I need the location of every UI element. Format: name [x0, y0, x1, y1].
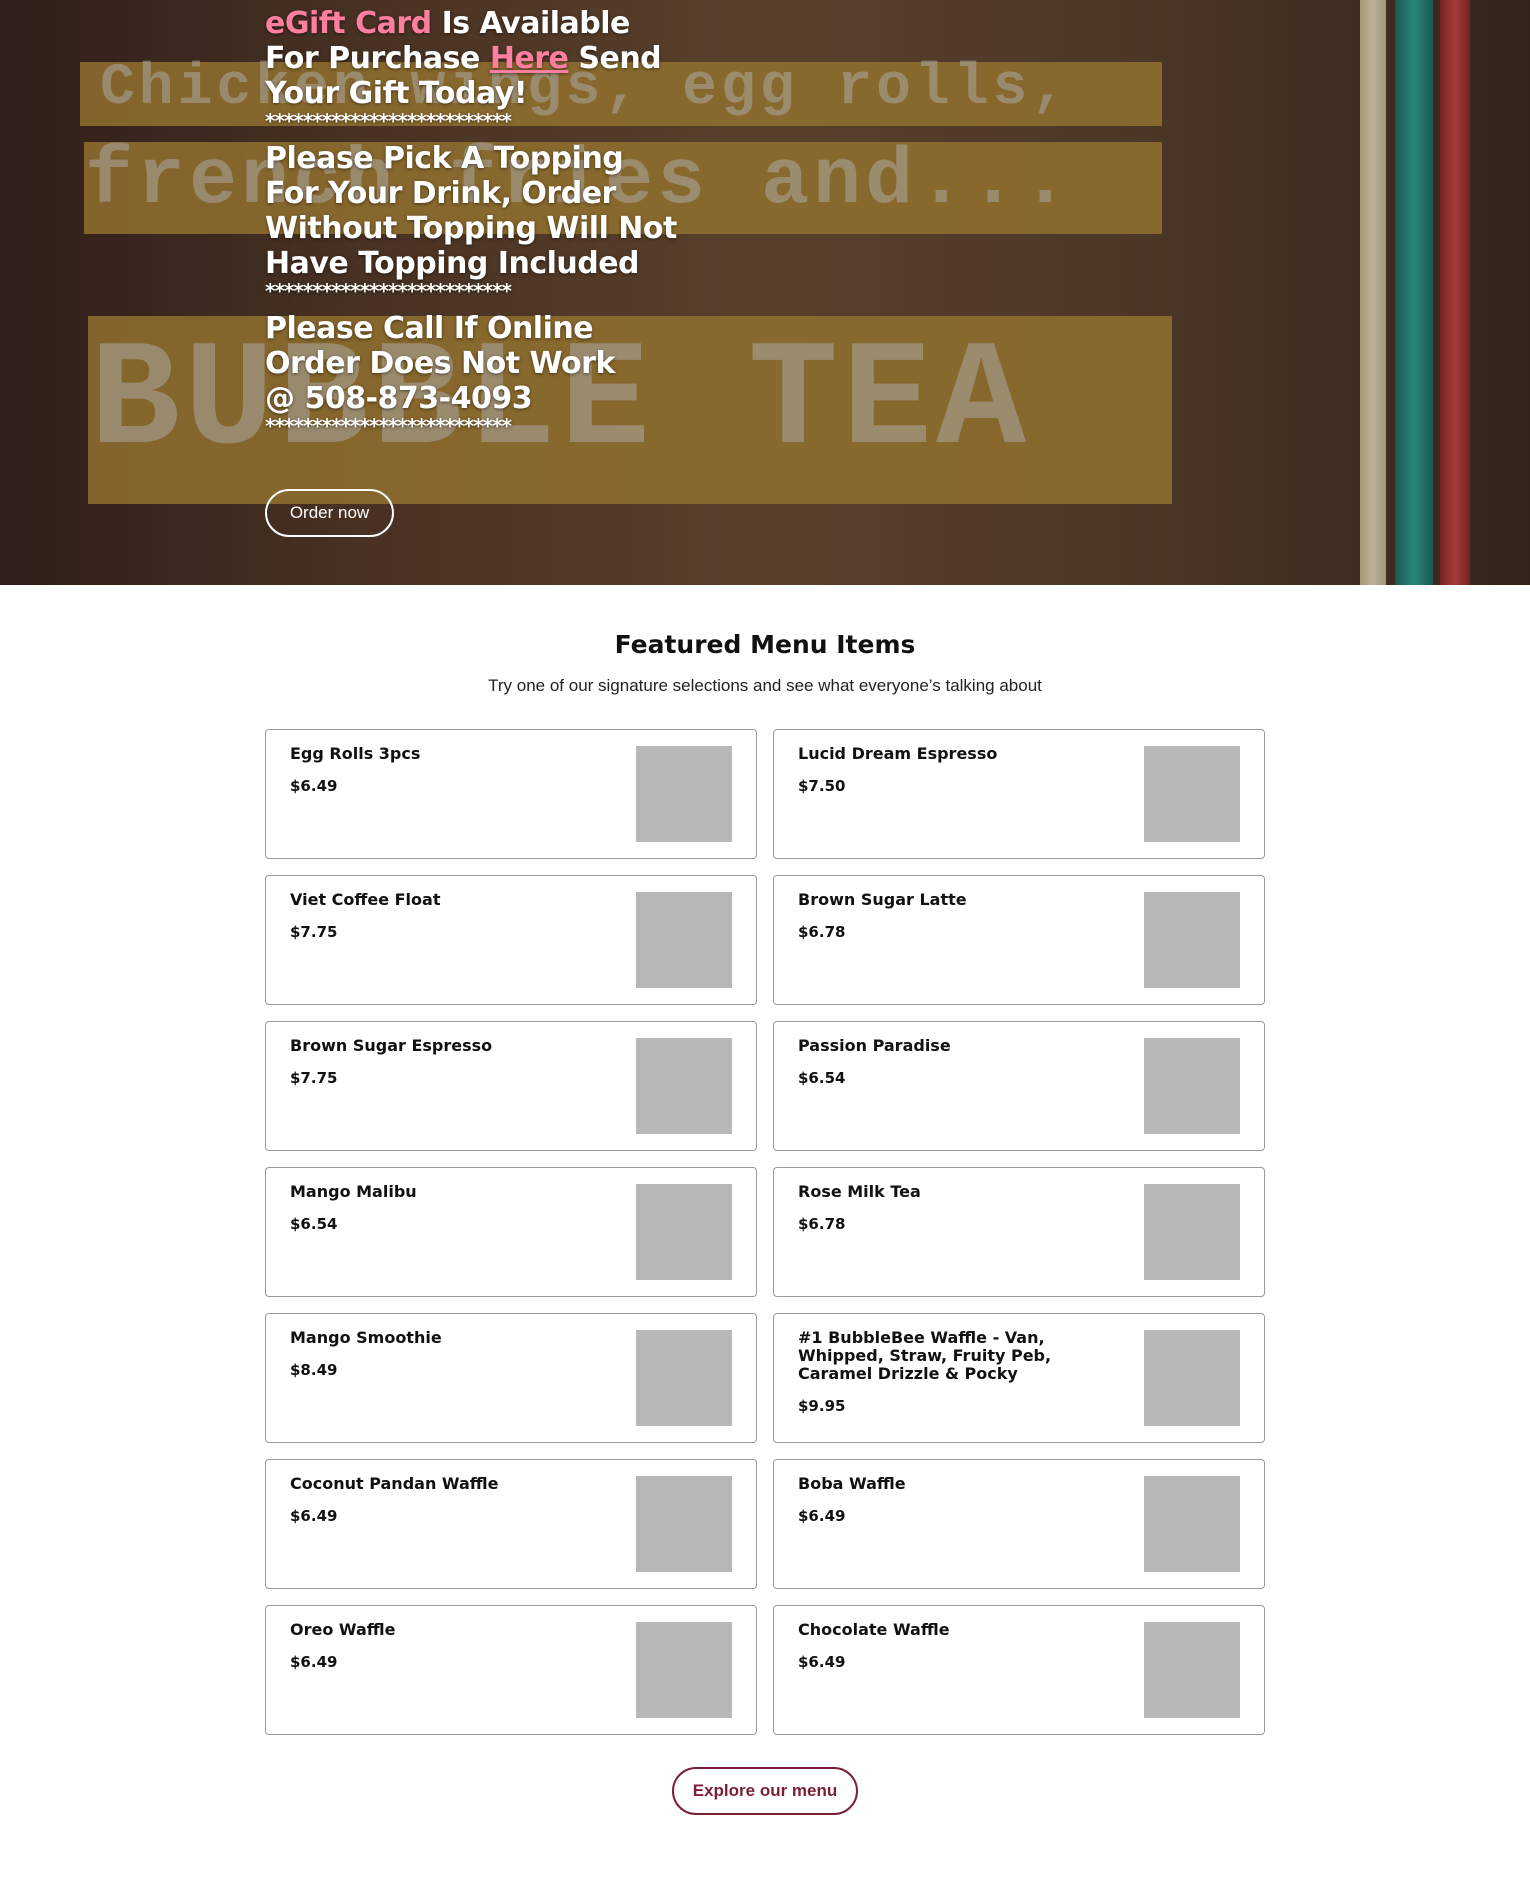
menu-item-name: Oreo Waffle $6.49 — [290, 1621, 610, 1672]
call-phone-number: @ 508-873-4093 — [265, 381, 533, 416]
menu-item-price: $6.78 — [798, 923, 846, 941]
menu-item-image — [636, 1622, 732, 1718]
featured-menu-grid: Egg Rolls 3pcs $6.49 Lucid Dream Espresso… — [265, 729, 1265, 1735]
menu-item-price: $8.49 — [290, 1361, 338, 1379]
divider-stars-2: ************************** — [265, 279, 512, 303]
menu-item-price: $6.49 — [798, 1653, 846, 1671]
menu-item-card[interactable]: Mango Malibu $6.54 — [265, 1167, 757, 1297]
call-notice: Please Call If Online Order Does Not Wor… — [265, 311, 685, 416]
menu-item-image — [636, 1330, 732, 1426]
menu-item-card[interactable]: Coconut Pandan Waffle $6.49 — [265, 1459, 757, 1589]
menu-item-image — [1144, 1184, 1240, 1280]
menu-item-image — [1144, 1622, 1240, 1718]
menu-item-card[interactable]: Brown Sugar Espresso $7.75 — [265, 1021, 757, 1151]
menu-item-image — [1144, 892, 1240, 988]
menu-item-name: Rose Milk Tea $6.78 — [798, 1183, 1118, 1234]
menu-item-card[interactable]: Oreo Waffle $6.49 — [265, 1605, 757, 1735]
menu-item-image — [1144, 1476, 1240, 1572]
menu-item-name: Brown Sugar Latte $6.78 — [798, 891, 1118, 942]
call-notice-text: Please Call If Online Order Does Not Wor… — [265, 311, 615, 381]
menu-item-name: Chocolate Waffle $6.49 — [798, 1621, 1118, 1672]
featured-title: Featured Menu Items — [614, 630, 916, 659]
menu-item-card[interactable]: Mango Smoothie $8.49 — [265, 1313, 757, 1443]
menu-item-image — [636, 1476, 732, 1572]
menu-item-name: Lucid Dream Espresso $7.50 — [798, 745, 1118, 796]
menu-item-image — [1144, 1330, 1240, 1426]
hero-overlay — [0, 0, 1530, 585]
menu-item-image — [636, 1038, 732, 1134]
menu-item-price: $6.49 — [798, 1507, 846, 1525]
menu-item-price: $6.54 — [290, 1215, 338, 1233]
menu-item-card[interactable]: Egg Rolls 3pcs $6.49 — [265, 729, 757, 859]
menu-item-price: $7.75 — [290, 1069, 338, 1087]
menu-item-card[interactable]: #1 BubbleBee Waffle - Van, Whipped, Stra… — [773, 1313, 1265, 1443]
menu-item-name: Passion Paradise $6.54 — [798, 1037, 1118, 1088]
order-now-button[interactable]: Order now — [265, 489, 394, 537]
menu-item-price: $6.78 — [798, 1215, 846, 1233]
egift-label: eGift Card — [265, 6, 432, 41]
menu-item-price: $6.49 — [290, 777, 338, 795]
menu-item-name: Boba Waffle $6.49 — [798, 1475, 1118, 1526]
menu-item-price: $6.54 — [798, 1069, 846, 1087]
menu-item-image — [1144, 746, 1240, 842]
menu-item-price: $6.49 — [290, 1507, 338, 1525]
menu-item-name: Brown Sugar Espresso $7.75 — [290, 1037, 610, 1088]
menu-item-card[interactable]: Boba Waffle $6.49 — [773, 1459, 1265, 1589]
menu-item-name: Viet Coffee Float $7.75 — [290, 891, 610, 942]
divider-stars-1: ************************** — [265, 109, 512, 133]
menu-item-price: $7.50 — [798, 777, 846, 795]
menu-item-name: Mango Smoothie $8.49 — [290, 1329, 610, 1380]
menu-item-card[interactable]: Rose Milk Tea $6.78 — [773, 1167, 1265, 1297]
egift-announcement: eGift Card Is Available For Purchase Her… — [265, 6, 685, 111]
menu-item-card[interactable]: Chocolate Waffle $6.49 — [773, 1605, 1265, 1735]
menu-item-card[interactable]: Brown Sugar Latte $6.78 — [773, 875, 1265, 1005]
egift-here-link[interactable]: Here — [490, 41, 569, 76]
menu-item-card[interactable]: Lucid Dream Espresso $7.50 — [773, 729, 1265, 859]
explore-menu-button[interactable]: Explore our menu — [672, 1767, 858, 1815]
menu-item-name: Mango Malibu $6.54 — [290, 1183, 610, 1234]
menu-item-card[interactable]: Passion Paradise $6.54 — [773, 1021, 1265, 1151]
menu-item-image — [636, 1184, 732, 1280]
menu-item-price: $9.95 — [798, 1397, 846, 1415]
menu-item-image — [636, 746, 732, 842]
menu-item-price: $7.75 — [290, 923, 338, 941]
divider-stars-3: ************************** — [265, 414, 512, 438]
featured-subtitle: Try one of our signature selections and … — [488, 676, 1042, 695]
menu-item-image — [1144, 1038, 1240, 1134]
menu-item-name: #1 BubbleBee Waffle - Van, Whipped, Stra… — [798, 1329, 1118, 1416]
menu-item-price: $6.49 — [290, 1653, 338, 1671]
hero-banner: Chicken wings, egg rolls, french fries a… — [0, 0, 1530, 585]
topping-notice: Please Pick A Topping For Your Drink, Or… — [265, 141, 677, 281]
hero-announcements: eGift Card Is Available For Purchase Her… — [265, 6, 685, 438]
menu-item-image — [636, 892, 732, 988]
menu-item-name: Egg Rolls 3pcs $6.49 — [290, 745, 610, 796]
menu-item-card[interactable]: Viet Coffee Float $7.75 — [265, 875, 757, 1005]
menu-item-name: Coconut Pandan Waffle $6.49 — [290, 1475, 610, 1526]
